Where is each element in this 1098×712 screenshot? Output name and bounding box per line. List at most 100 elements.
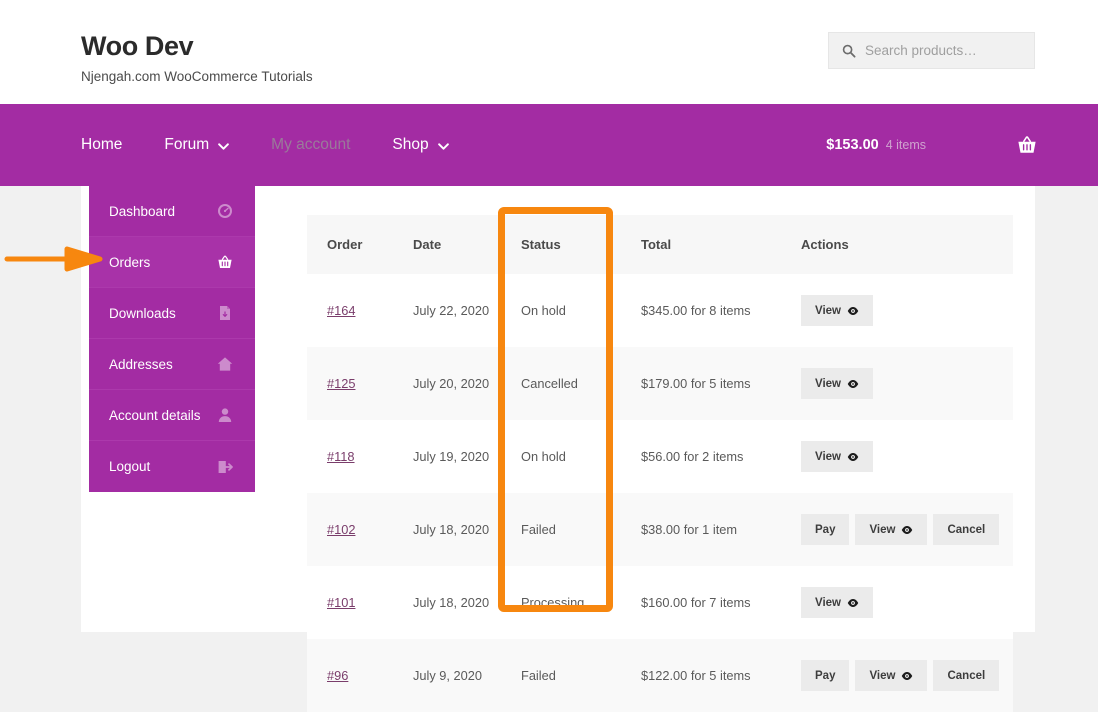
sidebar-item-account-details[interactable]: Account details	[89, 390, 255, 441]
sidebar-item-label: Orders	[109, 254, 151, 270]
view-order-button[interactable]: View	[801, 368, 873, 399]
cell-order: #125	[307, 347, 393, 420]
cell-order: #118	[307, 420, 393, 493]
view-order-button[interactable]: View	[855, 514, 928, 545]
cell-total: $179.00 for 5 items	[641, 376, 751, 391]
account-sidebar: Dashboard Orders Downloads Addresses Acc…	[89, 186, 255, 492]
eye-icon	[847, 598, 859, 607]
view-order-button[interactable]: View	[801, 295, 873, 326]
column-header-actions: Actions	[781, 215, 1013, 274]
cell-status: Failed	[521, 668, 556, 683]
order-link[interactable]: #102	[327, 522, 355, 537]
table-header-row: Order Date Status Total Actions	[307, 215, 1013, 274]
cell-total: $56.00 for 2 items	[641, 449, 744, 464]
cell-date: July 20, 2020	[413, 376, 490, 391]
sidebar-item-addresses[interactable]: Addresses	[89, 339, 255, 390]
logout-icon	[218, 460, 233, 473]
sidebar-item-logout[interactable]: Logout	[89, 441, 255, 492]
basket-icon[interactable]	[1016, 134, 1038, 156]
nav-item-label: Home	[81, 136, 123, 153]
cell-order: #96	[307, 639, 393, 712]
button-label: View	[815, 596, 841, 609]
order-link[interactable]: #164	[327, 303, 355, 318]
cell-total: $38.00 for 1 item	[641, 522, 738, 537]
sidebar-item-label: Account details	[109, 407, 201, 423]
sidebar-item-orders[interactable]: Orders	[89, 237, 255, 288]
cancel-order-button[interactable]: Cancel	[933, 660, 1000, 691]
order-link[interactable]: #96	[327, 668, 348, 683]
eye-icon	[902, 671, 913, 680]
nav-item-my-account[interactable]: My account	[271, 136, 350, 154]
table-row: #101 July 18, 2020 Processing $160.00 fo…	[307, 566, 1013, 639]
pay-order-button[interactable]: Pay	[801, 660, 850, 691]
orders-table: Order Date Status Total Actions #164 Jul…	[307, 215, 1013, 712]
action-button-group: View	[801, 368, 1013, 399]
button-label: Cancel	[947, 523, 986, 536]
cell-order: #102	[307, 493, 393, 566]
page-root: Woo Dev Njengah.com WooCommerce Tutorial…	[0, 0, 1098, 712]
cell-date: July 9, 2020	[413, 668, 483, 683]
product-search[interactable]	[828, 32, 1035, 69]
file-download-icon	[220, 306, 230, 320]
order-link[interactable]: #118	[327, 449, 355, 464]
cell-date: July 22, 2020	[413, 303, 490, 318]
column-header-total: Total	[621, 215, 781, 274]
table-row: #125 July 20, 2020 Cancelled $179.00 for…	[307, 347, 1013, 420]
cell-status: On hold	[521, 303, 566, 318]
cell-date: July 18, 2020	[413, 595, 490, 610]
button-label: View	[815, 377, 841, 390]
view-order-button[interactable]: View	[801, 441, 873, 472]
sidebar-item-label: Downloads	[109, 305, 176, 321]
cell-status: Failed	[521, 522, 556, 537]
chevron-down-icon	[218, 142, 229, 150]
site-tagline: Njengah.com WooCommerce Tutorials	[81, 69, 313, 84]
cell-actions: View	[781, 347, 1013, 420]
site-header: Woo Dev Njengah.com WooCommerce Tutorial…	[0, 0, 1098, 104]
user-icon	[218, 408, 232, 422]
cell-date: July 18, 2020	[413, 522, 490, 537]
column-header-status: Status	[501, 215, 621, 274]
cell-status: On hold	[521, 449, 566, 464]
nav-item-label: Shop	[392, 136, 429, 153]
nav-item-label: Forum	[164, 136, 210, 153]
site-title: Woo Dev	[81, 31, 194, 61]
cell-date: July 19, 2020	[413, 449, 490, 464]
table-row: #96 July 9, 2020 Failed $122.00 for 5 it…	[307, 639, 1013, 712]
cell-total: $122.00 for 5 items	[641, 668, 751, 683]
view-order-button[interactable]: View	[855, 660, 928, 691]
cart-summary[interactable]: $153.00 4 items	[826, 104, 1098, 186]
eye-icon	[902, 525, 913, 534]
search-input[interactable]	[865, 43, 1025, 58]
orders-table-head: Order Date Status Total Actions	[307, 215, 1013, 274]
sidebar-item-downloads[interactable]: Downloads	[89, 288, 255, 339]
orders-table-body: #164 July 22, 2020 On hold $345.00 for 8…	[307, 274, 1013, 712]
button-label: Pay	[815, 523, 836, 536]
cell-actions: View	[781, 566, 1013, 639]
column-header-date: Date	[393, 215, 501, 274]
nav-item-home[interactable]: Home	[81, 136, 122, 154]
cell-order: #164	[307, 274, 393, 347]
cart-total: $153.00	[826, 137, 879, 153]
cell-actions: View	[781, 274, 1013, 347]
button-label: View	[869, 523, 896, 536]
view-order-button[interactable]: View	[801, 587, 873, 618]
cell-total: $160.00 for 7 items	[641, 595, 751, 610]
eye-icon	[847, 306, 859, 315]
button-label: View	[815, 450, 841, 463]
order-link[interactable]: #101	[327, 595, 355, 610]
pay-order-button[interactable]: Pay	[801, 514, 850, 545]
nav-item-forum[interactable]: Forum	[164, 136, 229, 154]
nav-item-label: My account	[271, 136, 351, 153]
sidebar-item-label: Logout	[109, 459, 151, 474]
primary-nav-list: Home Forum My account Shop	[81, 104, 491, 186]
cell-status: Cancelled	[521, 376, 578, 391]
table-row: #118 July 19, 2020 On hold $56.00 for 2 …	[307, 420, 1013, 493]
site-branding[interactable]: Woo Dev Njengah.com WooCommerce Tutorial…	[81, 30, 313, 86]
cancel-order-button[interactable]: Cancel	[933, 514, 1000, 545]
action-button-group: Pay View Cancel	[801, 660, 1013, 691]
cell-total: $345.00 for 8 items	[641, 303, 751, 318]
nav-item-shop[interactable]: Shop	[392, 136, 449, 154]
sidebar-item-dashboard[interactable]: Dashboard	[89, 186, 255, 237]
order-link[interactable]: #125	[327, 376, 355, 391]
action-button-group: View	[801, 295, 1013, 326]
